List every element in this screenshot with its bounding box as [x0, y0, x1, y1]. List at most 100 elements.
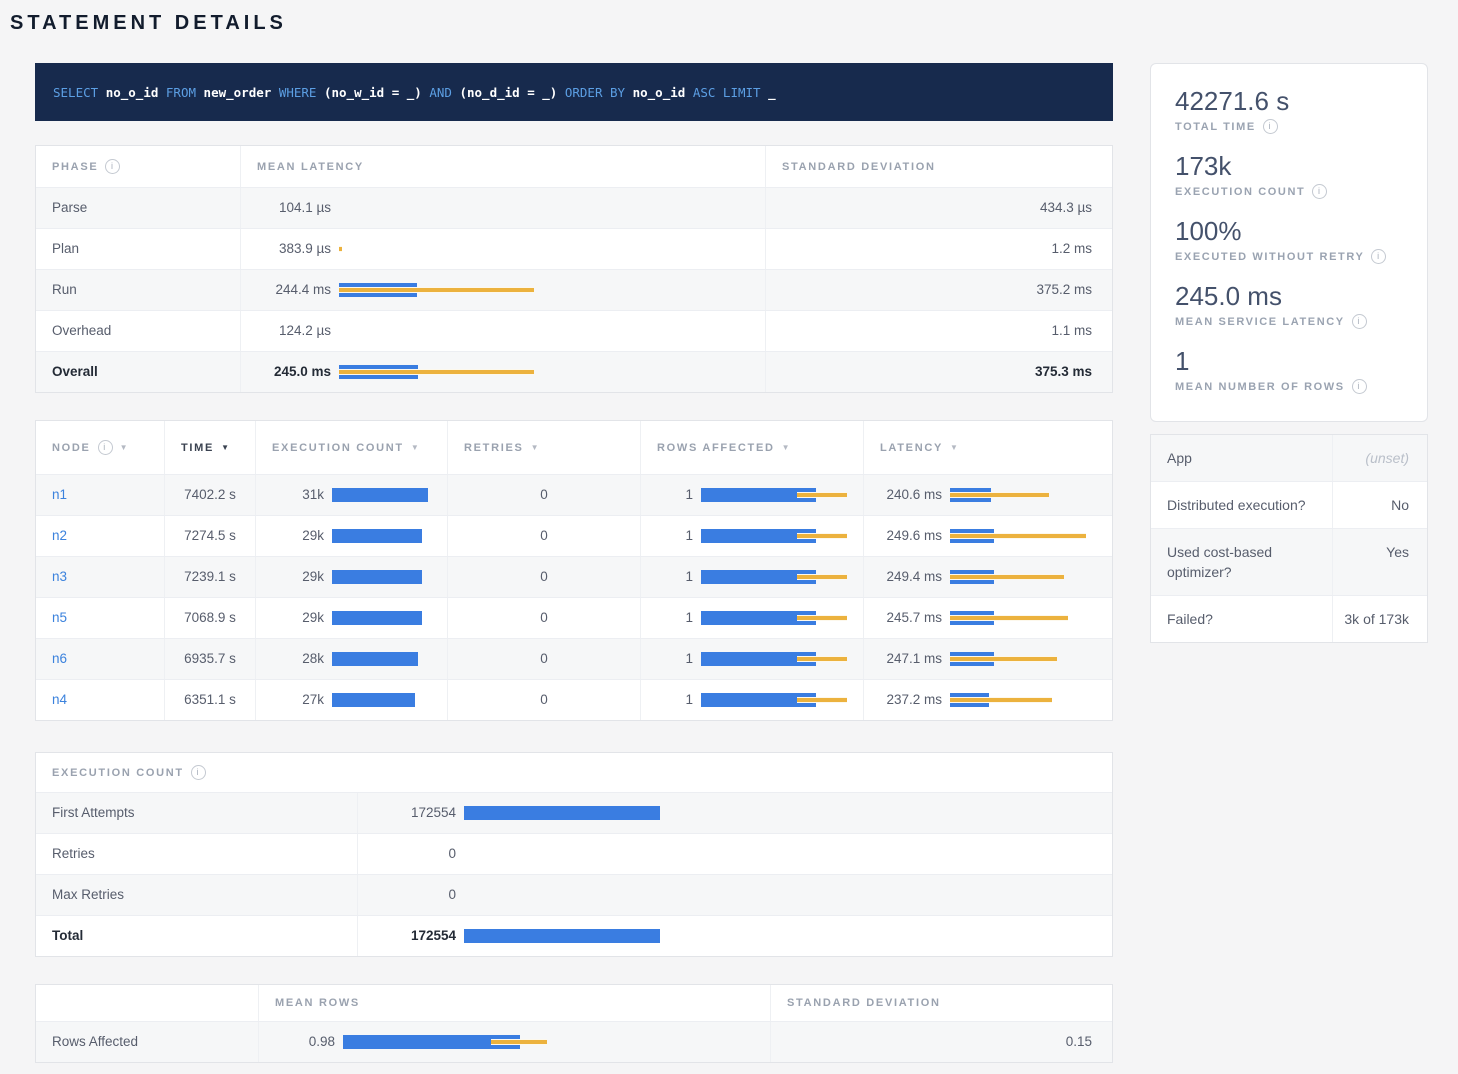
info-icon[interactable]: i: [1352, 379, 1367, 394]
stddev-value: 1.1 ms: [766, 311, 1112, 351]
node-latency: 247.1 ms: [880, 651, 942, 667]
rows-affected-bar: [701, 610, 847, 626]
info-icon[interactable]: i: [1371, 249, 1386, 264]
node-retries: 0: [448, 475, 641, 515]
stat-value: 42271.6 s: [1175, 86, 1403, 116]
sql-token: SELECT: [53, 85, 98, 100]
node-rows-affected: 1: [657, 569, 693, 585]
execution-count-row: Max Retries 0: [36, 874, 1112, 915]
node-link[interactable]: n4: [52, 692, 67, 707]
execution-count-bar: [464, 887, 1096, 903]
info-icon[interactable]: i: [1352, 314, 1367, 329]
execution-count-bar: [464, 928, 1096, 944]
phase-row: Run 244.4 ms 375.2 ms: [36, 269, 1112, 310]
mean-latency-value: 104.1 µs: [257, 200, 331, 216]
node-execution-count: 29k: [272, 610, 324, 626]
attribute-row-cost-based-optimizer: Used cost-based optimizer? Yes: [1151, 528, 1427, 595]
node-rows-affected: 1: [657, 692, 693, 708]
rows-affected-bar: [701, 651, 847, 667]
col-header-node[interactable]: NODEi▼: [36, 421, 165, 474]
col-header-rows-affected[interactable]: ROWS AFFECTED▼: [641, 421, 864, 474]
attribute-label: Used cost-based optimizer?: [1151, 529, 1333, 595]
phase-table-header-row: PHASEi MEAN LATENCY STANDARD DEVIATION: [36, 146, 1112, 187]
phase-row: Plan 383.9 µs 1.2 ms: [36, 228, 1112, 269]
mean-latency-value: 245.0 ms: [257, 364, 331, 380]
execution-count-bar: [332, 651, 431, 667]
node-retries: 0: [448, 598, 641, 638]
col-header-execution-count[interactable]: EXECUTION COUNT▼: [256, 421, 448, 474]
rows-affected-table: MEAN ROWS STANDARD DEVIATION Rows Affect…: [35, 984, 1113, 1063]
sql-token: (no_w_id = _): [324, 85, 422, 100]
node-time: 7274.5 s: [165, 516, 256, 556]
info-icon[interactable]: i: [1312, 184, 1327, 199]
col-header-time[interactable]: TIME▼: [165, 421, 256, 474]
sort-desc-icon: ▼: [950, 443, 960, 452]
node-execution-count: 29k: [272, 528, 324, 544]
execution-count-label: Max Retries: [36, 875, 358, 915]
node-link[interactable]: n6: [52, 651, 67, 666]
sql-token: AND: [429, 85, 452, 100]
node-row: n1 7402.2 s 31k 0 1 240.6 ms: [36, 474, 1112, 515]
latency-bar: [950, 487, 1096, 503]
sort-desc-icon: ▼: [411, 443, 421, 452]
latency-bar: [339, 241, 749, 257]
phase-col-header: PHASEi: [36, 146, 241, 187]
mean-latency-col-header: MEAN LATENCY: [241, 146, 766, 187]
latency-bar: [950, 528, 1096, 544]
stat-label: EXECUTED WITHOUT RETRYi: [1175, 249, 1403, 264]
node-time: 6935.7 s: [165, 639, 256, 679]
execution-count-bar: [464, 805, 1096, 821]
main-column: SELECT no_o_id FROM new_order WHERE (no_…: [35, 63, 1113, 1063]
execution-count-label: Retries: [36, 834, 358, 874]
phase-name: Plan: [36, 229, 241, 269]
execution-count-value: 0: [374, 887, 456, 903]
phase-row-overall: Overall 245.0 ms 375.3 ms: [36, 351, 1112, 392]
execution-count-row-total: Total 172554: [36, 915, 1112, 956]
node-link[interactable]: n1: [52, 487, 67, 502]
rows-affected-header-row: MEAN ROWS STANDARD DEVIATION: [36, 985, 1112, 1021]
mean-latency-value: 383.9 µs: [257, 241, 331, 257]
sql-token: new_order: [204, 85, 272, 100]
node-execution-count: 29k: [272, 569, 324, 585]
page-title: STATEMENT DETAILS: [10, 12, 1458, 35]
sql-token: (no_d_id = _): [459, 85, 557, 100]
stat-label: MEAN NUMBER OF ROWSi: [1175, 379, 1403, 394]
node-rows-affected: 1: [657, 528, 693, 544]
node-row: n3 7239.1 s 29k 0 1 249.4 ms: [36, 556, 1112, 597]
attribute-value: (unset): [1333, 435, 1427, 481]
sql-token: _: [768, 85, 776, 100]
stat-label: TOTAL TIMEi: [1175, 119, 1403, 134]
node-latency: 249.4 ms: [880, 569, 942, 585]
stat-execution-count: 173k EXECUTION COUNTi: [1175, 151, 1403, 199]
latency-bar: [950, 610, 1096, 626]
node-link[interactable]: n2: [52, 528, 67, 543]
mean-rows-bar: [343, 1034, 754, 1050]
sql-token: ORDER BY: [565, 85, 625, 100]
attribute-value: Yes: [1333, 529, 1427, 595]
execution-count-bar: [332, 610, 431, 626]
info-icon[interactable]: i: [191, 765, 206, 780]
stat-value: 100%: [1175, 216, 1403, 246]
rows-affected-bar: [701, 487, 847, 503]
attribute-label: App: [1151, 435, 1333, 481]
col-header-latency[interactable]: LATENCY▼: [864, 421, 1112, 474]
sort-desc-icon: ▼: [221, 443, 231, 452]
node-latency: 237.2 ms: [880, 692, 942, 708]
rows-affected-bar: [701, 569, 847, 585]
stat-value: 173k: [1175, 151, 1403, 181]
stddev-value: 1.2 ms: [766, 229, 1112, 269]
info-icon[interactable]: i: [98, 440, 113, 455]
node-link[interactable]: n3: [52, 569, 67, 584]
info-icon[interactable]: i: [1263, 119, 1278, 134]
info-icon[interactable]: i: [105, 159, 120, 174]
attribute-row-distributed-execution: Distributed execution? No: [1151, 481, 1427, 528]
node-execution-count: 28k: [272, 651, 324, 667]
execution-count-label: First Attempts: [36, 793, 358, 833]
node-time: 6351.1 s: [165, 680, 256, 720]
col-header-retries[interactable]: RETRIES▼: [448, 421, 641, 474]
empty-col-header: [36, 985, 259, 1021]
mean-rows-col-header: MEAN ROWS: [259, 985, 771, 1021]
node-link[interactable]: n5: [52, 610, 67, 625]
node-rows-affected: 1: [657, 651, 693, 667]
latency-bar: [950, 692, 1096, 708]
